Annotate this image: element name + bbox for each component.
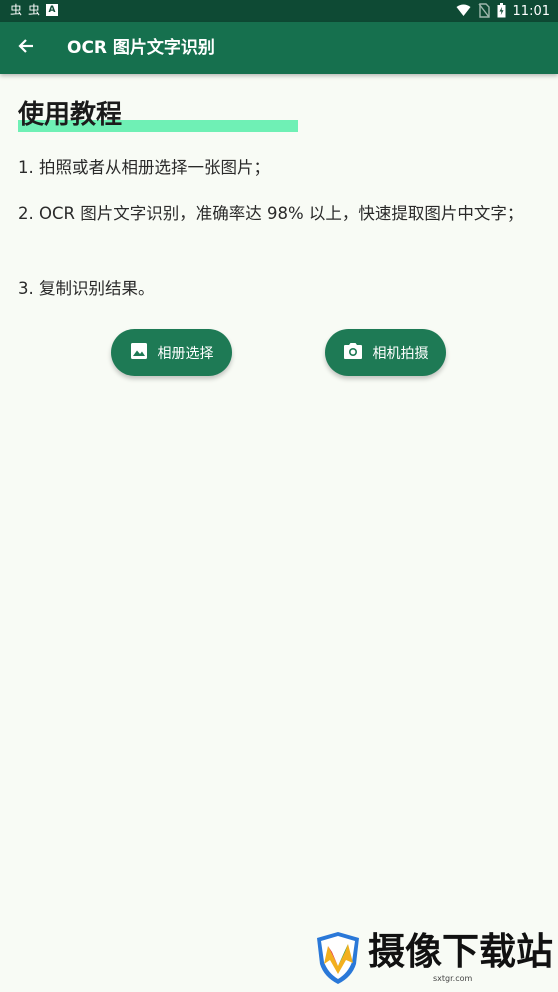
site-watermark: 摄像下载站 sxtgr.com bbox=[310, 926, 553, 988]
tutorial-step-3: 3. 复制识别结果。 bbox=[18, 279, 155, 298]
wifi-icon bbox=[456, 4, 471, 20]
bug-notification-icon: 虫 bbox=[10, 3, 23, 17]
bug-notification-icon: 虫 bbox=[28, 3, 41, 17]
camera-icon bbox=[343, 342, 363, 364]
tutorial-heading-block: 使用教程 bbox=[18, 98, 298, 136]
no-sim-icon bbox=[477, 3, 490, 21]
camera-capture-label: 相机拍摄 bbox=[372, 345, 429, 362]
status-system-icons: 11:01 bbox=[456, 3, 550, 21]
a-badge-icon: A bbox=[46, 4, 59, 16]
status-time: 11:01 bbox=[512, 4, 550, 19]
gallery-select-button[interactable]: 相册选择 bbox=[111, 329, 232, 376]
shield-logo-icon bbox=[312, 930, 364, 986]
tutorial-step-1: 1. 拍照或者从相册选择一张图片； bbox=[18, 158, 270, 177]
status-notifications: 虫 虫 A bbox=[10, 3, 59, 17]
image-icon bbox=[130, 342, 148, 364]
camera-capture-button[interactable]: 相机拍摄 bbox=[325, 329, 446, 376]
status-bar: 虫 虫 A 11:01 bbox=[0, 0, 558, 22]
arrow-back-icon bbox=[17, 37, 35, 59]
watermark-url: sxtgr.com bbox=[433, 974, 473, 983]
page-title: OCR 图片文字识别 bbox=[67, 38, 215, 58]
tutorial-step-2: 2. OCR 图片文字识别，准确率达 98% 以上，快速提取图片中文字； bbox=[18, 204, 524, 223]
battery-icon bbox=[497, 3, 506, 21]
tutorial-heading: 使用教程 bbox=[18, 100, 123, 130]
watermark-text: 摄像下载站 bbox=[368, 930, 553, 973]
back-button[interactable] bbox=[10, 32, 42, 64]
app-bar: OCR 图片文字识别 bbox=[0, 22, 558, 74]
gallery-select-label: 相册选择 bbox=[157, 345, 214, 362]
